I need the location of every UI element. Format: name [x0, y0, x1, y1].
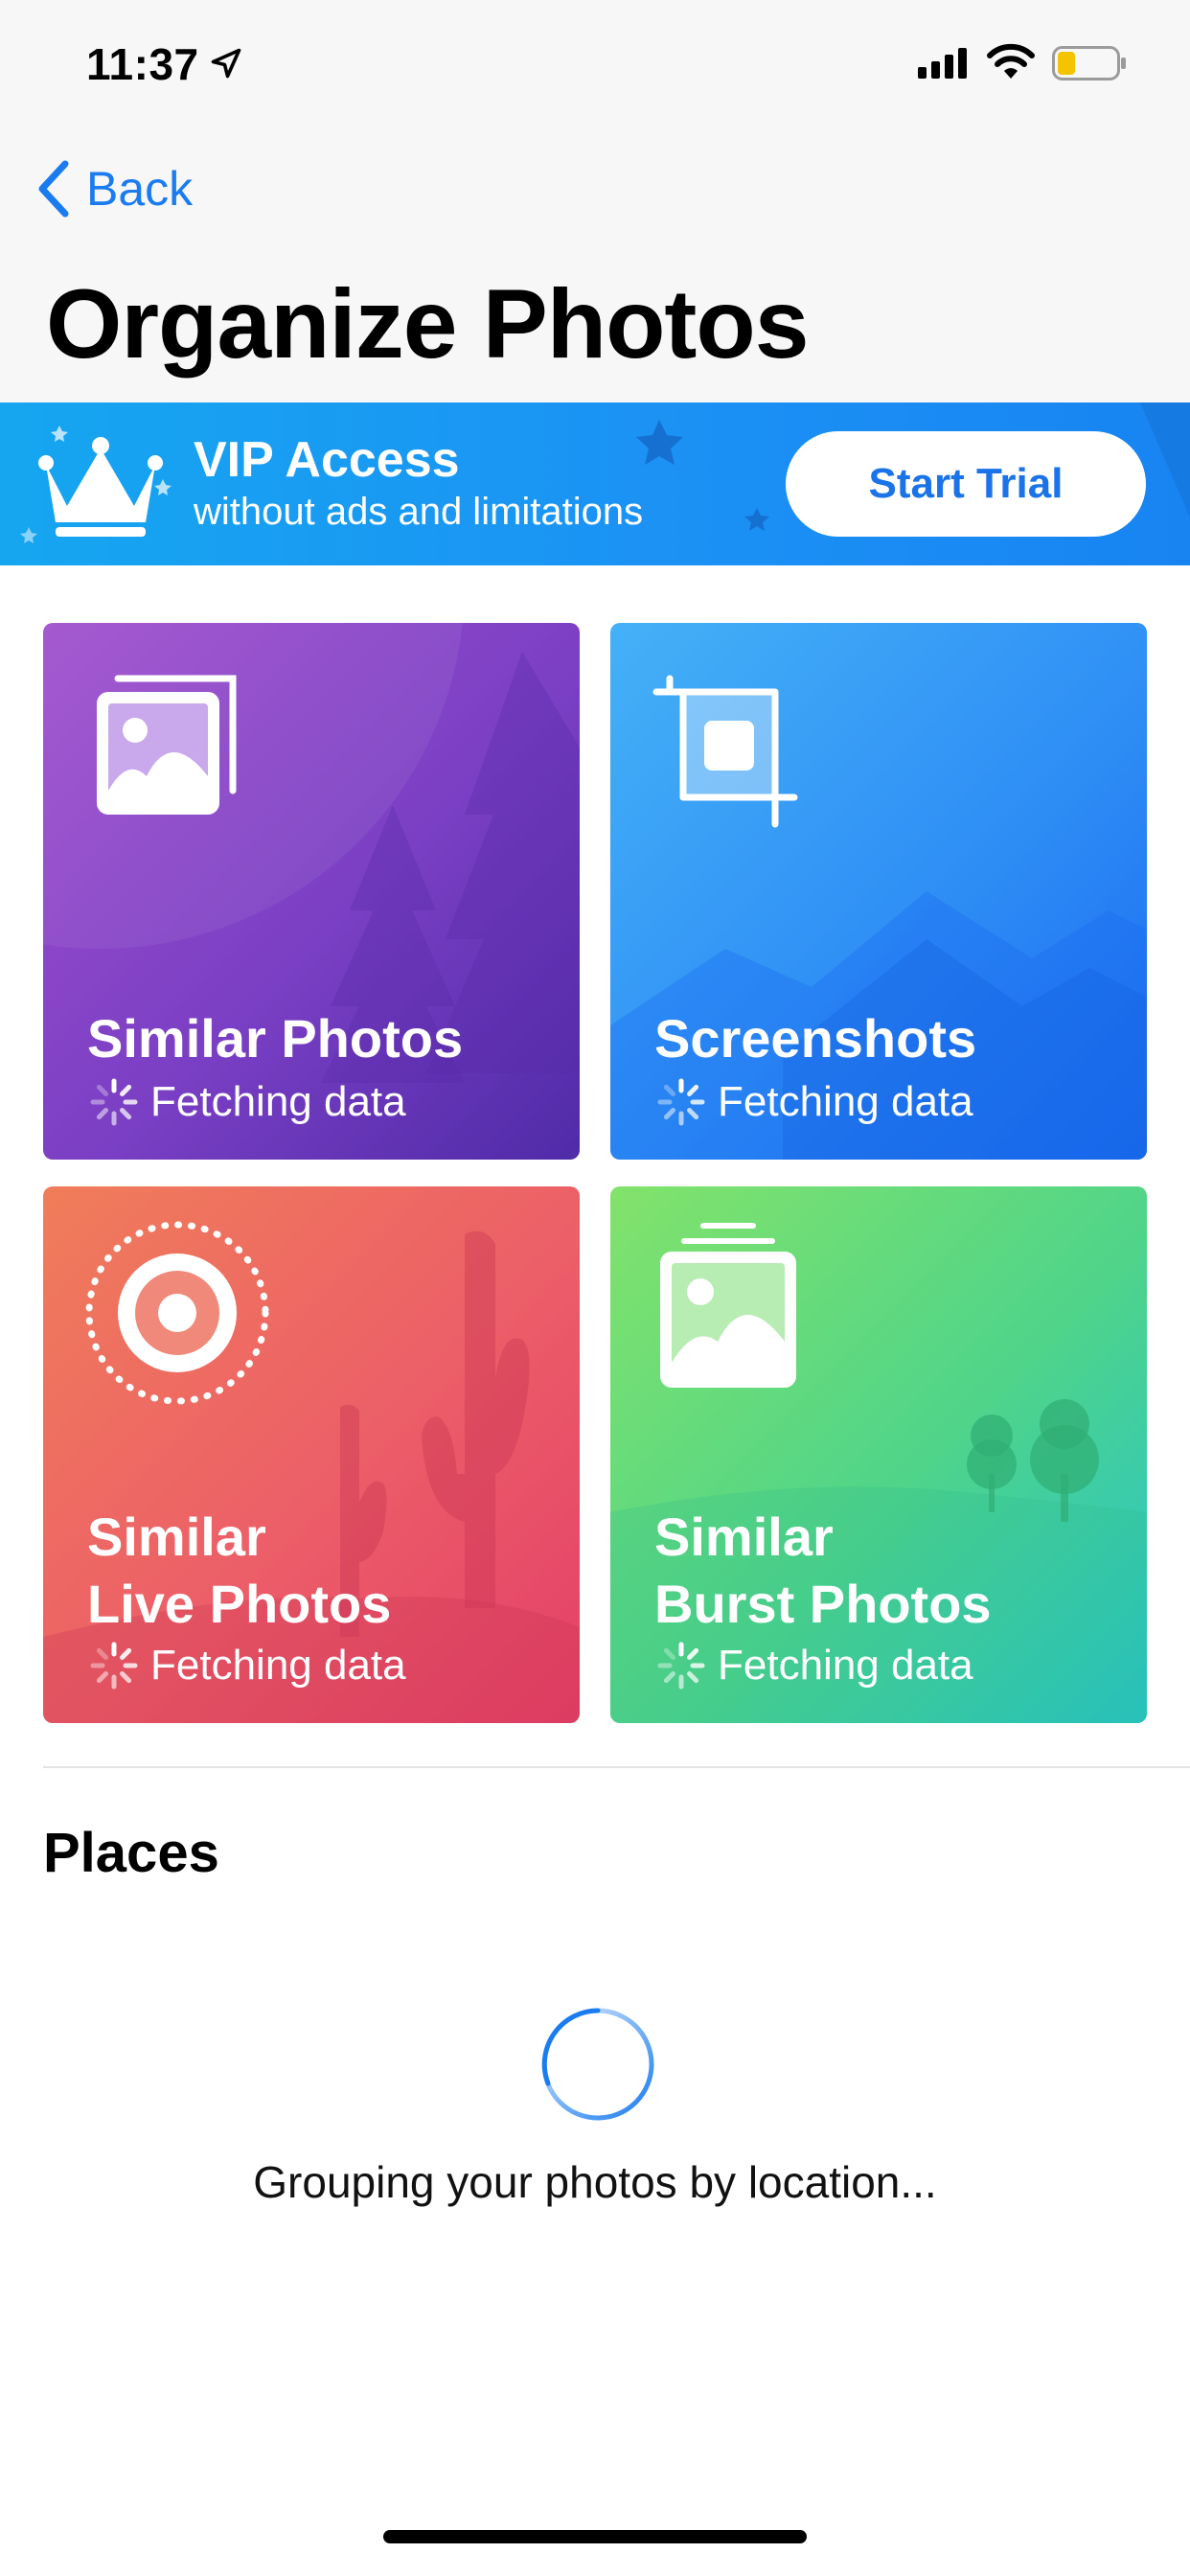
section-divider — [43, 1766, 1190, 1768]
card-status-text: Fetching data — [150, 1078, 406, 1125]
card-title-line1: Similar — [654, 1506, 834, 1567]
signal-icon — [918, 48, 967, 79]
similar-photos-card[interactable]: Similar Photos Fetching data — [43, 623, 580, 1160]
wifi-icon — [987, 43, 1035, 79]
places-loading-text: Grouping your photos by location... — [253, 2157, 937, 2207]
card-status: Fetching data — [87, 1073, 406, 1131]
loading-spinner-icon — [90, 1078, 138, 1126]
page-title: Organize Photos — [46, 269, 809, 379]
screenshots-card[interactable]: Screenshots Fetching data — [610, 623, 1147, 1160]
home-indicator[interactable] — [383, 2530, 807, 2543]
similar-burst-photos-card[interactable]: Similar Burst Photos Fetching data — [610, 1186, 1147, 1723]
location-arrow-icon — [211, 48, 241, 79]
loading-spinner-icon — [90, 1642, 138, 1690]
loading-spinner-icon — [657, 1078, 705, 1126]
card-title: Similar Photos — [87, 1008, 464, 1069]
card-status: Fetching data — [654, 1637, 973, 1694]
card-status-text: Fetching data — [150, 1642, 406, 1689]
similar-live-photos-card[interactable]: Similar Live Photos Fetching data — [43, 1186, 580, 1723]
card-status-text: Fetching data — [718, 1078, 973, 1125]
vip-title: VIP Access — [194, 432, 460, 488]
card-status-text: Fetching data — [718, 1642, 973, 1689]
card-title: Screenshots — [654, 1008, 977, 1069]
loading-spinner-icon — [541, 2008, 654, 2121]
card-title-line2: Burst Photos — [654, 1574, 992, 1634]
battery-icon — [1052, 46, 1126, 80]
organize-categories-grid: Similar Photos Fetching data Screenshots… — [43, 623, 1147, 1723]
status-bar: 11:37 — [0, 0, 1190, 126]
chevron-left-icon — [38, 160, 69, 218]
places-heading: Places — [43, 1822, 219, 1884]
vip-banner[interactable]: VIP Access without ads and limitations S… — [0, 402, 1190, 565]
start-trial-button[interactable]: Start Trial — [786, 431, 1146, 537]
card-status: Fetching data — [87, 1637, 406, 1694]
card-title-line1: Similar — [87, 1506, 266, 1567]
navigation-bar: Back Organize Photos — [0, 126, 1190, 402]
status-time: 11:37 — [86, 39, 199, 89]
burst-photos-icon — [660, 1223, 796, 1388]
crown-icon — [38, 437, 163, 537]
live-photo-icon — [85, 1221, 269, 1405]
crop-icon — [652, 675, 798, 828]
back-label: Back — [86, 162, 194, 216]
card-title-line2: Live Photos — [87, 1574, 392, 1634]
vip-subtitle: without ads and limitations — [194, 491, 644, 533]
card-status: Fetching data — [654, 1073, 973, 1131]
stacked-photos-icon — [97, 675, 237, 815]
back-button[interactable]: Back — [34, 155, 193, 222]
loading-spinner-icon — [657, 1642, 705, 1690]
